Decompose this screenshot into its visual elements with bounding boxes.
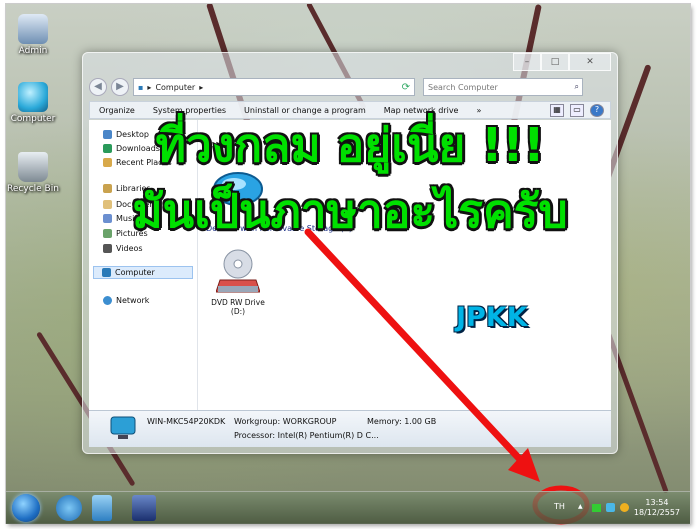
red-arrow-shaft <box>304 228 532 472</box>
language-indicator[interactable]: TH <box>554 502 565 511</box>
system-tray: TH ▲ 13:54 18/12/2557 <box>542 492 690 524</box>
clock-time: 13:54 <box>645 498 669 507</box>
media-player-icon[interactable] <box>132 495 156 521</box>
volume-icon[interactable] <box>620 503 629 512</box>
taskbar: TH ▲ 13:54 18/12/2557 <box>6 491 690 524</box>
clock-date: 18/12/2557 <box>633 508 680 517</box>
clock[interactable]: 13:54 18/12/2557 <box>634 498 680 518</box>
show-hidden-icons-button[interactable]: ▲ <box>578 503 583 510</box>
internet-explorer-icon[interactable] <box>56 495 82 521</box>
explorer-taskbar-icon[interactable] <box>92 495 112 521</box>
display-icon[interactable] <box>606 503 615 512</box>
start-button[interactable] <box>12 494 40 522</box>
annotation-arrow-layer <box>304 228 590 525</box>
network-status-icon[interactable] <box>592 504 601 512</box>
